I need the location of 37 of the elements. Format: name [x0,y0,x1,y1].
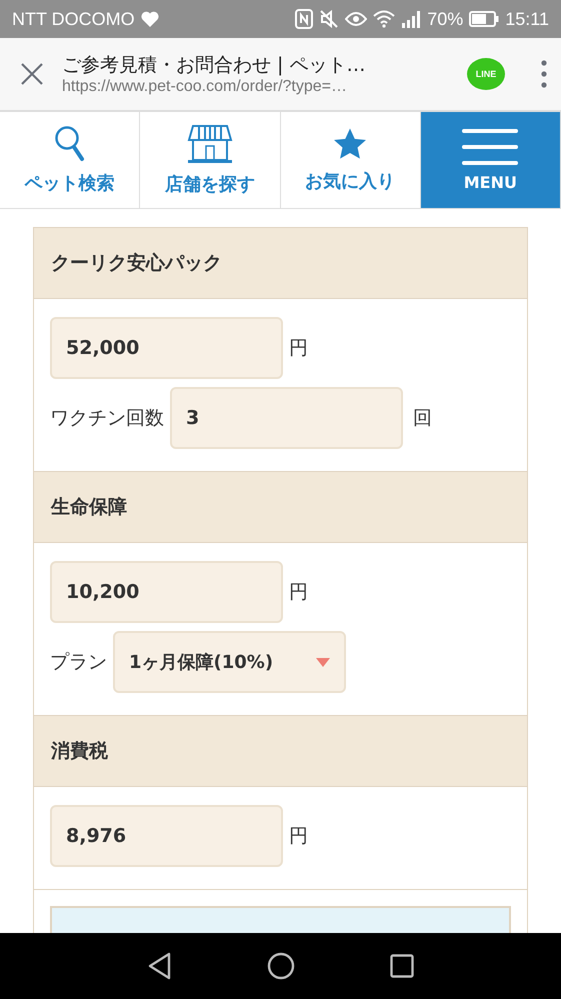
count-field[interactable]: 3 [170,387,403,449]
unit-label: 円 [289,336,308,361]
mute-icon [319,9,340,29]
search-icon [54,125,86,163]
section-header: クーリク安心パック [34,227,527,299]
amount-field[interactable]: 52,000 [50,317,283,379]
menu-icon [462,128,518,164]
back-icon[interactable] [148,952,172,980]
caret-icon [316,658,330,666]
nfc-icon [295,9,314,29]
recents-icon[interactable] [390,954,414,978]
field-label: プラン [50,650,107,675]
home-icon[interactable] [266,952,294,980]
section-header: 消費税 [34,715,527,787]
eye-icon [345,11,368,27]
menu-button[interactable]: MENU [420,112,561,208]
field-label: ワクチン回数 [50,406,164,431]
heart-icon [140,11,159,27]
store-icon [186,124,233,164]
page-url: https://www.pet-coo.com/order/?type=… [62,78,348,96]
page-title: ご参考見積・お問合わせ | ペット… [62,53,366,78]
wifi-icon [373,10,396,28]
battery-percent: 70% [427,8,464,30]
unit-label: 円 [289,824,308,849]
amount-field[interactable]: 8,976 [50,805,283,867]
unit-label: 円 [289,580,308,605]
plan-select[interactable]: 1ヶ月保障(10%) [113,631,346,693]
more-options-icon[interactable] [541,60,547,88]
clock-time: 15:11 [505,8,549,30]
amount-field[interactable]: 10,200 [50,561,283,623]
unit-label: 回 [413,406,432,431]
carrier-name: NTT DOCOMO [12,8,135,30]
star-icon [332,127,368,161]
section-header: 生命保障 [34,471,527,543]
battery-icon [469,11,500,27]
close-icon[interactable] [20,62,44,86]
signal-icon [401,10,422,28]
